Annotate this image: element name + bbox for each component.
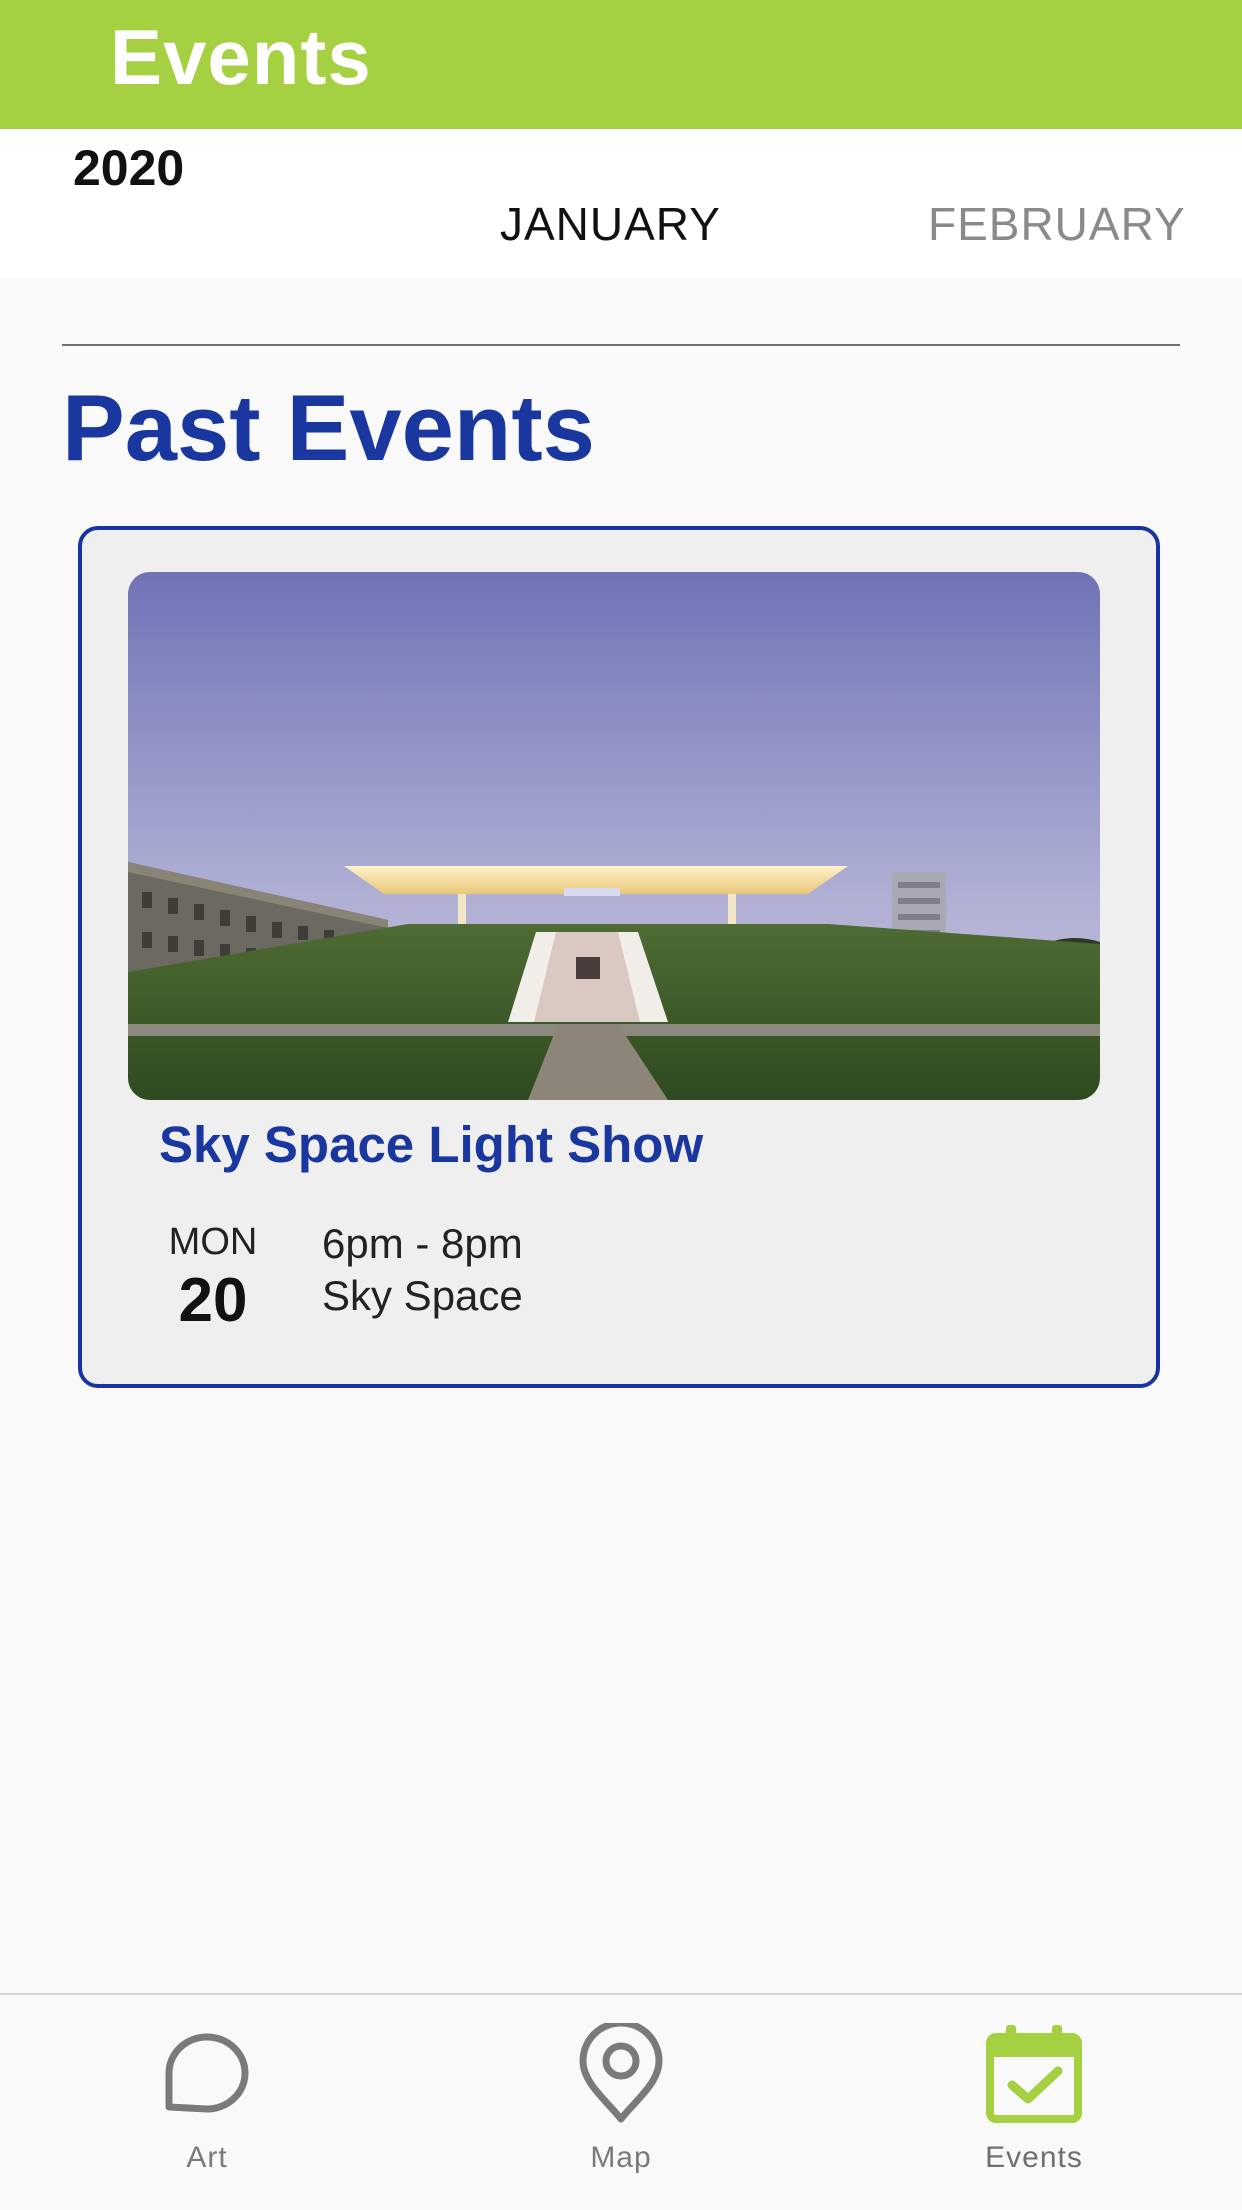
page-title: Events	[110, 13, 372, 101]
month-tab-january[interactable]: JANUARY	[500, 197, 721, 251]
event-weekday: MON	[168, 1221, 258, 1263]
tab-map[interactable]: Map	[511, 1995, 731, 2195]
event-time: 6pm - 8pm	[322, 1220, 523, 1267]
section-divider	[62, 344, 1180, 346]
tab-label-map: Map	[590, 2141, 652, 2174]
tab-events[interactable]: Events	[924, 1995, 1144, 2195]
chat-bubble-icon	[165, 2033, 249, 2113]
month-selector: 2020 JANUARY FEBRUARY	[0, 129, 1242, 279]
tab-label-art: Art	[186, 2141, 228, 2174]
event-image[interactable]	[128, 572, 1100, 1100]
month-tab-february[interactable]: FEBRUARY	[928, 197, 1186, 251]
section-title: Past Events	[62, 375, 595, 480]
year-label: 2020	[73, 140, 185, 196]
event-title[interactable]: Sky Space Light Show	[159, 1115, 703, 1174]
bottom-tab-bar: Art Map Events	[0, 1993, 1242, 2210]
tab-label-events: Events	[985, 2141, 1083, 2174]
tab-art[interactable]: Art	[97, 1995, 317, 2195]
skyspace-photo	[128, 572, 1100, 1100]
map-pin-icon	[579, 2023, 663, 2123]
app-header: Events	[0, 0, 1242, 129]
event-day: 20	[178, 1266, 248, 1335]
event-card[interactable]: Sky Space Light Show MON 20 6pm - 8pm Sk…	[78, 526, 1160, 1388]
event-location: Sky Space	[322, 1272, 523, 1319]
calendar-check-icon	[986, 2025, 1082, 2123]
